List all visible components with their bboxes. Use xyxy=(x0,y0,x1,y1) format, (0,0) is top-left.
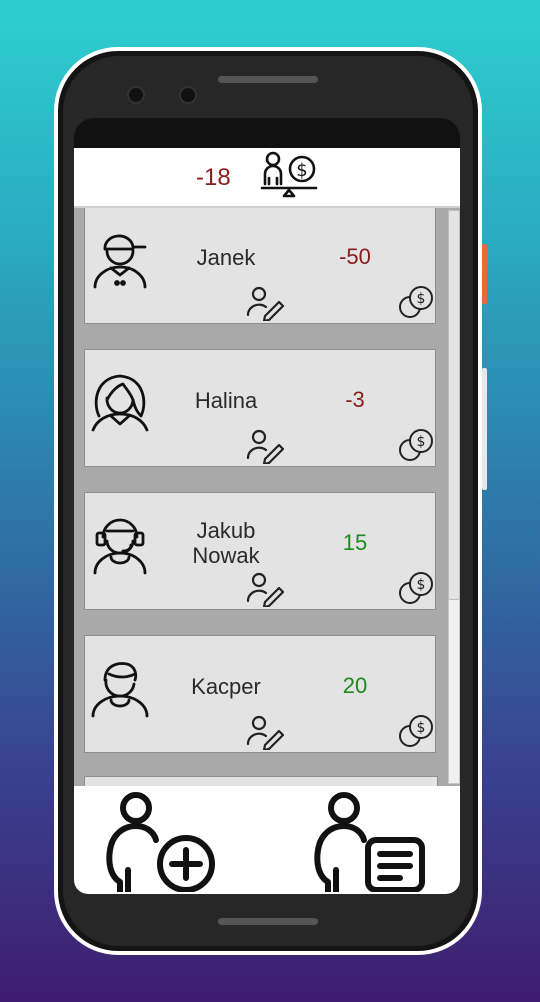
list-item[interactable]: Kacper 20 $ xyxy=(84,635,436,753)
app-screen: -18 $ Janek -50 $ Halina -3 $ Jakub Nowa… xyxy=(74,118,460,894)
coins-icon[interactable]: $ xyxy=(397,428,437,464)
list-item[interactable] xyxy=(84,776,438,786)
cap-person-icon xyxy=(93,234,147,289)
front-camera xyxy=(127,86,145,104)
boy-person-icon xyxy=(91,662,149,718)
power-button xyxy=(482,244,487,304)
person-balance: 15 xyxy=(342,530,368,555)
svg-text:$: $ xyxy=(417,291,426,307)
person-list-icon[interactable] xyxy=(314,792,426,892)
person-balance: 20 xyxy=(342,673,368,698)
edit-person-icon[interactable] xyxy=(245,714,285,750)
coins-icon[interactable]: $ xyxy=(397,571,437,607)
svg-text:$: $ xyxy=(417,434,426,450)
bottom-toolbar xyxy=(74,786,460,894)
coins-icon[interactable]: $ xyxy=(397,714,437,750)
svg-text:$: $ xyxy=(417,577,426,593)
balance-scale-person-coin-icon[interactable]: $ xyxy=(260,150,320,206)
edit-person-icon[interactable] xyxy=(245,571,285,607)
woman-person-icon xyxy=(91,374,149,432)
volume-button xyxy=(482,368,487,490)
bottom-speaker xyxy=(218,918,318,925)
coins-icon[interactable]: $ xyxy=(397,285,437,321)
headset-person-icon xyxy=(93,518,147,575)
svg-text:$: $ xyxy=(296,160,307,181)
people-list[interactable]: Janek -50 $ Halina -3 $ Jakub Nowak 15 $… xyxy=(74,208,460,786)
list-item[interactable]: Halina -3 $ xyxy=(84,349,436,467)
earpiece-speaker xyxy=(218,76,318,83)
edit-person-icon[interactable] xyxy=(245,428,285,464)
scrollbar-thumb[interactable] xyxy=(448,210,460,600)
edit-person-icon[interactable] xyxy=(245,285,285,321)
total-balance: -18 xyxy=(196,164,231,191)
person-balance: -3 xyxy=(345,387,365,412)
person-balance: -50 xyxy=(339,244,371,269)
list-item[interactable]: Janek -50 $ xyxy=(84,208,436,324)
front-sensor xyxy=(179,86,197,104)
add-person-icon[interactable] xyxy=(106,792,218,892)
svg-text:$: $ xyxy=(417,720,426,736)
list-item[interactable]: Jakub Nowak 15 $ xyxy=(84,492,436,610)
balance-header: -18 $ xyxy=(74,148,460,208)
